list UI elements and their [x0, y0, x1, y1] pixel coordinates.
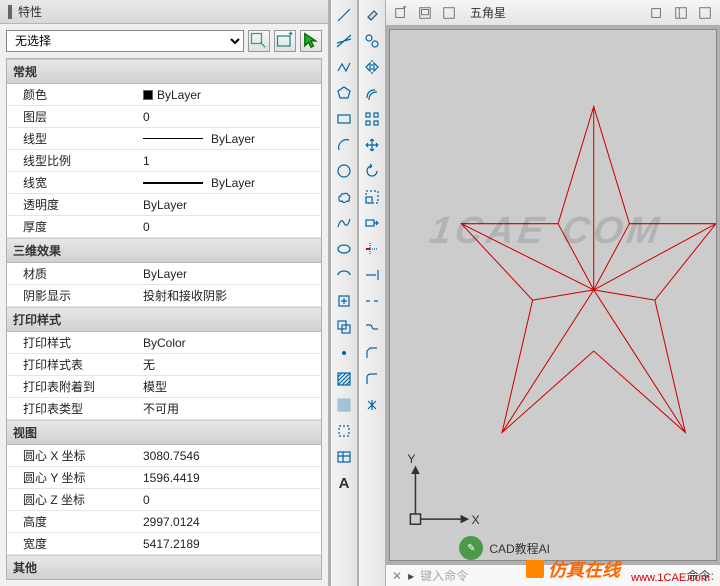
rotate-tool-icon[interactable]: [360, 159, 384, 183]
arc-tool-icon[interactable]: [332, 133, 356, 157]
prop-linetype[interactable]: 线型 ByLayer: [7, 128, 321, 150]
draw-toolbar: A: [330, 0, 358, 586]
stretch-tool-icon[interactable]: [360, 211, 384, 235]
drawing-area: 五角星: [386, 0, 720, 586]
explode-tool-icon[interactable]: [360, 393, 384, 417]
section-misc[interactable]: 其他: [7, 555, 321, 580]
tab-menu-icon[interactable]: [440, 4, 458, 22]
section-plot-style[interactable]: 打印样式: [7, 307, 321, 332]
panel-title: 特性: [18, 3, 42, 20]
prop-transparency[interactable]: 透明度 ByLayer: [7, 194, 321, 216]
prop-color[interactable]: 颜色 ByLayer: [7, 84, 321, 106]
prop-plot-attached[interactable]: 打印表附着到 模型: [7, 376, 321, 398]
select-objects-button[interactable]: [300, 30, 322, 52]
extend-tool-icon[interactable]: [360, 263, 384, 287]
tab-new-icon[interactable]: [392, 4, 410, 22]
erase-tool-icon[interactable]: [360, 3, 384, 27]
copy-tool-icon[interactable]: [360, 29, 384, 53]
line-tool-icon[interactable]: [332, 3, 356, 27]
region-tool-icon[interactable]: [332, 419, 356, 443]
wechat-icon: ✎: [459, 536, 483, 560]
gradient-tool-icon[interactable]: [332, 393, 356, 417]
revcloud-tool-icon[interactable]: [332, 185, 356, 209]
properties-panel: 特性 无选择 常规 颜色 ByLayer 图层 0 线型 ByLayer 线型: [0, 0, 330, 586]
polygon-tool-icon[interactable]: [332, 81, 356, 105]
section-general[interactable]: 常规: [7, 59, 321, 84]
trim-tool-icon[interactable]: [360, 237, 384, 261]
move-tool-icon[interactable]: [360, 133, 384, 157]
fillet-tool-icon[interactable]: [360, 367, 384, 391]
table-tool-icon[interactable]: [332, 445, 356, 469]
tab-right-icon-3[interactable]: [696, 4, 714, 22]
point-tool-icon[interactable]: [332, 341, 356, 365]
cmd-hint: 键入命令: [420, 567, 468, 584]
lineweight-preview-icon: [143, 182, 203, 184]
tab-right-icon-2[interactable]: [672, 4, 690, 22]
selection-row: 无选择: [0, 24, 328, 58]
ellipse-arc-tool-icon[interactable]: [332, 263, 356, 287]
star-drawing: X Y: [390, 30, 716, 560]
prop-shadow[interactable]: 阴影显示 投射和接收阴影: [7, 285, 321, 307]
prop-material[interactable]: 材质 ByLayer: [7, 263, 321, 285]
mirror-tool-icon[interactable]: [360, 55, 384, 79]
prop-plot-table[interactable]: 打印样式表 无: [7, 354, 321, 376]
section-view[interactable]: 视图: [7, 420, 321, 445]
drawing-tabs: 五角星: [386, 0, 720, 26]
spline-tool-icon[interactable]: [332, 211, 356, 235]
make-block-tool-icon[interactable]: [332, 315, 356, 339]
quick-select-button[interactable]: [248, 30, 270, 52]
hatch-tool-icon[interactable]: [332, 367, 356, 391]
linetype-preview-icon: [143, 138, 203, 139]
drawing-tab-label[interactable]: 五角星: [464, 4, 512, 21]
cmd-prompt-icon: ▸: [408, 569, 414, 583]
prop-center-y[interactable]: 圆心 Y 坐标 1596.4419: [7, 467, 321, 489]
tab-layout-icon[interactable]: [416, 4, 434, 22]
pickadd-button[interactable]: [274, 30, 296, 52]
selection-dropdown[interactable]: 无选择: [6, 30, 244, 52]
prop-ltscale[interactable]: 线型比例 1: [7, 150, 321, 172]
scale-tool-icon[interactable]: [360, 185, 384, 209]
prop-plot-style[interactable]: 打印样式 ByColor: [7, 332, 321, 354]
polyline-tool-icon[interactable]: [332, 55, 356, 79]
prop-width[interactable]: 宽度 5417.2189: [7, 533, 321, 555]
circle-tool-icon[interactable]: [332, 159, 356, 183]
prop-thickness[interactable]: 厚度 0: [7, 216, 321, 238]
panel-title-bar: 特性: [0, 0, 328, 24]
tab-right-icon-1[interactable]: [648, 4, 666, 22]
drawing-viewport[interactable]: X Y 1CAE COM: [389, 29, 717, 561]
prop-layer[interactable]: 图层 0: [7, 106, 321, 128]
offset-tool-icon[interactable]: [360, 81, 384, 105]
modify-toolbar: [358, 0, 386, 586]
brand-logo: 仿真在线 www.1CAE.com: [526, 556, 620, 582]
ucs-icon: [410, 467, 467, 524]
xline-tool-icon[interactable]: [332, 29, 356, 53]
brand-box-icon: [526, 560, 544, 578]
svg-text:Y: Y: [407, 452, 415, 466]
rectangle-tool-icon[interactable]: [332, 107, 356, 131]
mtext-tool-icon[interactable]: A: [332, 471, 356, 495]
prop-center-z[interactable]: 圆心 Z 坐标 0: [7, 489, 321, 511]
prop-plot-tabletype[interactable]: 打印表类型 不可用: [7, 398, 321, 420]
join-tool-icon[interactable]: [360, 315, 384, 339]
prop-height[interactable]: 高度 2997.0124: [7, 511, 321, 533]
insert-block-tool-icon[interactable]: [332, 289, 356, 313]
break-tool-icon[interactable]: [360, 289, 384, 313]
prop-lineweight[interactable]: 线宽 ByLayer: [7, 172, 321, 194]
chamfer-tool-icon[interactable]: [360, 341, 384, 365]
array-tool-icon[interactable]: [360, 107, 384, 131]
color-swatch-icon: [143, 90, 153, 100]
prop-center-x[interactable]: 圆心 X 坐标 3080.7546: [7, 445, 321, 467]
grip-icon[interactable]: [8, 5, 12, 19]
svg-text:X: X: [472, 513, 480, 527]
properties-list: 常规 颜色 ByLayer 图层 0 线型 ByLayer 线型比例 1 线宽 …: [6, 58, 322, 580]
ellipse-tool-icon[interactable]: [332, 237, 356, 261]
section-3d-effects[interactable]: 三维效果: [7, 238, 321, 263]
close-icon[interactable]: ✕: [392, 569, 402, 583]
